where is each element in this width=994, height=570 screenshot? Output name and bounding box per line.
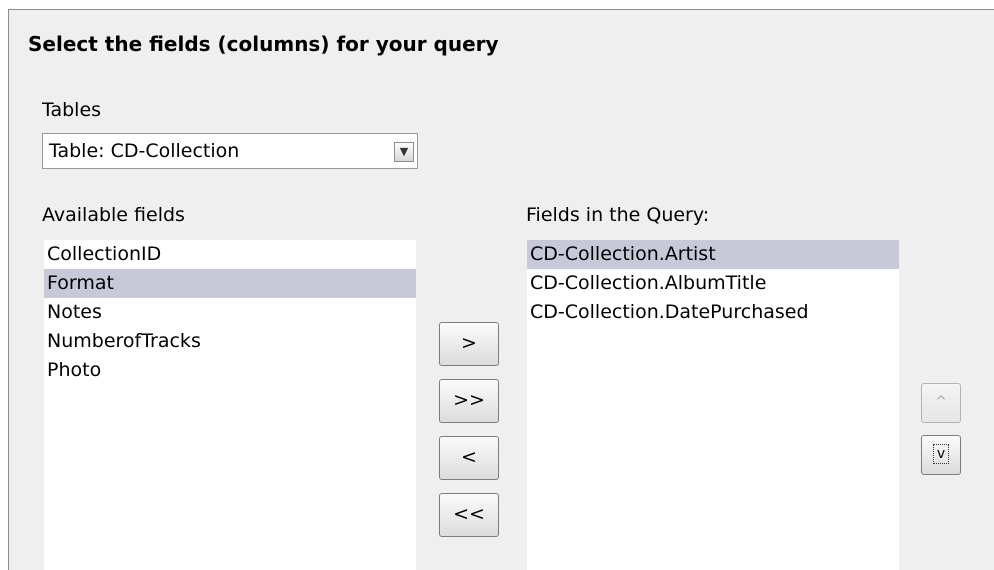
add-field-button[interactable]: >	[439, 322, 499, 366]
add-all-fields-button[interactable]: >>	[439, 379, 499, 423]
remove-all-fields-button[interactable]: <<	[439, 493, 499, 537]
list-item[interactable]: Photo	[44, 356, 416, 385]
list-item[interactable]: CD-Collection.Artist	[527, 240, 899, 269]
page-title: Select the fields (columns) for your que…	[28, 32, 499, 56]
tables-label: Tables	[42, 99, 102, 121]
available-fields-list[interactable]: CollectionID Format Notes NumberofTracks…	[44, 240, 416, 570]
move-down-label: v	[932, 444, 950, 464]
query-fields-list[interactable]: CD-Collection.Artist CD-Collection.Album…	[527, 240, 899, 570]
move-down-button[interactable]: v	[921, 435, 961, 475]
list-item[interactable]: CollectionID	[44, 240, 416, 269]
remove-field-button[interactable]: <	[439, 436, 499, 480]
chevron-down-icon[interactable]: ▼	[394, 142, 414, 162]
list-item[interactable]: NumberofTracks	[44, 327, 416, 356]
tables-select-value: Table: CD-Collection	[49, 140, 240, 162]
query-fields-label: Fields in the Query:	[526, 204, 710, 226]
list-item[interactable]: Notes	[44, 298, 416, 327]
list-item[interactable]: CD-Collection.DatePurchased	[527, 298, 899, 327]
available-fields-label: Available fields	[42, 204, 185, 226]
list-item[interactable]: CD-Collection.AlbumTitle	[527, 269, 899, 298]
tables-select[interactable]: Table: CD-Collection ▼	[42, 133, 418, 169]
move-up-button[interactable]: ^	[921, 383, 961, 423]
list-item[interactable]: Format	[44, 269, 416, 298]
